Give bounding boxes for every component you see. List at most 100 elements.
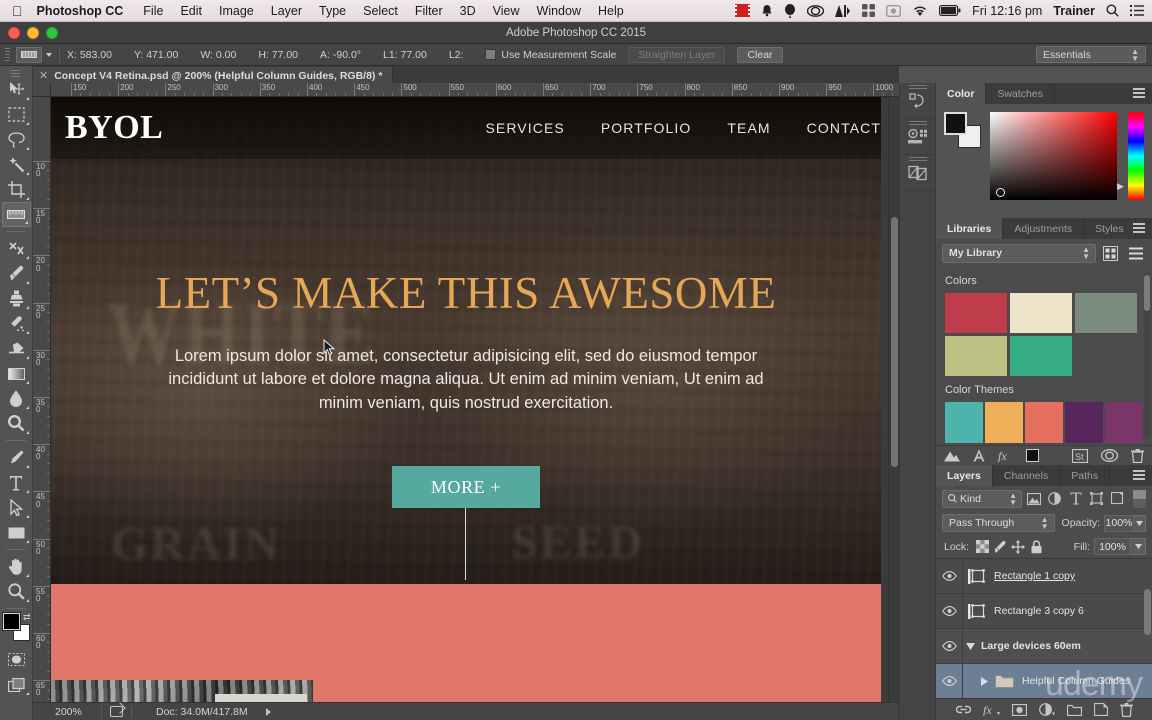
pen-tool[interactable]	[2, 445, 31, 470]
new-layer-icon[interactable]	[1094, 703, 1108, 716]
history-brush-tool[interactable]	[2, 311, 31, 336]
document-viewport[interactable]: WHITE GRAIN SEED CLEAN CLEANING BYOL SER…	[51, 97, 899, 702]
maximize-window-button[interactable]	[46, 27, 58, 39]
tab-swatches[interactable]: Swatches	[986, 83, 1055, 104]
menu-window[interactable]: Window	[537, 4, 581, 18]
menubar-clock[interactable]: Fri 12:16 pm	[972, 4, 1042, 18]
menu-file[interactable]: File	[143, 4, 163, 18]
grid-view-icon[interactable]	[1100, 244, 1121, 263]
hand-tool[interactable]	[2, 554, 31, 579]
tab-channels[interactable]: Channels	[993, 465, 1061, 486]
link-layers-icon[interactable]	[956, 704, 971, 715]
ruler-tool[interactable]	[1, 202, 31, 227]
options-bar-grip[interactable]	[3, 46, 12, 63]
airplay-icon[interactable]	[886, 4, 902, 17]
magic-wand-tool[interactable]	[2, 152, 31, 177]
lock-image-icon[interactable]	[991, 538, 1009, 556]
layer-filter-kind-select[interactable]: Kind ▲ ▼	[942, 489, 1022, 508]
filter-adjustment-icon[interactable]	[1045, 490, 1064, 508]
color-theme-swatch[interactable]	[1105, 402, 1143, 443]
library-color-swatch[interactable]	[1010, 293, 1072, 333]
straighten-layer-button[interactable]: Straighten Layer	[628, 46, 726, 63]
color-theme-swatch[interactable]	[1025, 402, 1063, 443]
gradient-tool[interactable]	[2, 361, 31, 386]
library-color-swatch[interactable]	[945, 336, 1007, 376]
use-measurement-scale-checkbox[interactable]	[485, 49, 497, 60]
library-color-swatch[interactable]	[1075, 293, 1137, 333]
lock-transparency-icon[interactable]	[973, 538, 991, 556]
group-collapse-arrow-icon[interactable]	[963, 642, 977, 650]
zoom-tool[interactable]	[2, 579, 31, 604]
libraries-scrollbar[interactable]	[1144, 273, 1150, 439]
canvas-vertical-scrollbar[interactable]	[888, 97, 899, 702]
nav-link-contact[interactable]: CONTACT	[807, 120, 881, 136]
lock-position-icon[interactable]	[1009, 538, 1027, 556]
layer-row[interactable]: Large devices 60em	[936, 628, 1152, 664]
screen-recording-icon[interactable]	[735, 4, 751, 17]
quick-mask-toggle[interactable]	[2, 647, 31, 672]
scrollbar-thumb[interactable]	[1144, 275, 1150, 311]
color-theme-row[interactable]	[945, 402, 1143, 443]
dodge-tool[interactable]	[2, 411, 31, 436]
marquee-tool[interactable]	[2, 102, 31, 127]
battery-icon[interactable]	[939, 5, 961, 16]
workspace-select[interactable]: Essentials ▲ ▼	[1036, 46, 1146, 63]
lasso-tool[interactable]	[2, 127, 31, 152]
search-icon[interactable]	[1106, 4, 1119, 17]
crop-tool[interactable]	[2, 177, 31, 202]
library-color-swatch[interactable]	[1010, 336, 1072, 376]
tools-panel-grip[interactable]	[0, 68, 32, 77]
nav-link-portfolio[interactable]: PORTFOLIO	[601, 120, 692, 136]
opacity-chevron-down-icon[interactable]	[1133, 514, 1146, 532]
scrollbar-thumb[interactable]	[891, 217, 898, 467]
add-graphic-icon[interactable]	[944, 449, 960, 462]
properties-panel-icon[interactable]	[900, 119, 936, 155]
menu-image[interactable]: Image	[219, 4, 254, 18]
audio-icon[interactable]	[835, 4, 851, 17]
delete-icon[interactable]	[1131, 448, 1144, 463]
foreground-color-swatch[interactable]	[2, 613, 20, 630]
filter-shape-icon[interactable]	[1087, 490, 1106, 508]
dropbox-icon[interactable]	[862, 4, 876, 17]
color-picker-handle[interactable]	[996, 188, 1005, 197]
panel-menu-icon[interactable]	[1133, 223, 1147, 234]
layer-visibility-eye-icon[interactable]	[936, 641, 962, 651]
panel-resize-grip[interactable]	[1108, 191, 1115, 198]
layer-mask-icon[interactable]	[1012, 703, 1027, 716]
new-group-icon[interactable]	[1067, 704, 1082, 716]
lock-all-icon[interactable]	[1027, 538, 1045, 556]
foreground-color-swatch[interactable]	[944, 112, 967, 135]
brush-tool[interactable]	[2, 261, 31, 286]
filter-pixel-icon[interactable]	[1024, 490, 1043, 508]
tab-adjustments[interactable]: Adjustments	[1003, 218, 1085, 239]
libraries-content[interactable]: Colors Color Themes	[936, 267, 1152, 445]
menubar-user[interactable]: Trainer	[1053, 4, 1095, 18]
tab-libraries[interactable]: Libraries	[936, 218, 1004, 239]
stock-icon[interactable]: St	[1072, 448, 1088, 463]
document-tab[interactable]: ✕ Concept V4 Retina.psd @ 200% (Helpful …	[33, 67, 394, 84]
wifi-icon[interactable]	[912, 5, 928, 17]
balloon-icon[interactable]	[784, 3, 796, 18]
tab-layers[interactable]: Layers	[936, 465, 993, 486]
layer-row[interactable]: Rectangle 1 copy	[936, 559, 1152, 594]
color-theme-swatch[interactable]	[1065, 402, 1103, 443]
move-tool[interactable]	[2, 77, 31, 102]
color-panel-swatches[interactable]	[944, 112, 982, 148]
filter-type-icon[interactable]	[1066, 490, 1085, 508]
screen-mode-button[interactable]	[2, 672, 31, 697]
list-view-icon[interactable]	[1125, 244, 1146, 263]
fill-value[interactable]: 100%	[1094, 538, 1131, 555]
layer-comps-panel-icon[interactable]	[900, 155, 936, 191]
opacity-value[interactable]: 100%	[1104, 514, 1134, 532]
close-icon[interactable]: ✕	[39, 69, 48, 82]
layer-style-icon[interactable]: fx	[983, 703, 1000, 716]
vertical-ruler[interactable]: 100 150 200 250 300 350 400 450 500 550 600 650	[33, 97, 51, 702]
ruler-corner[interactable]	[33, 83, 51, 97]
menu-type[interactable]: Type	[319, 4, 346, 18]
library-select[interactable]: My Library ▲ ▼	[942, 243, 1096, 263]
eraser-tool[interactable]	[2, 336, 31, 361]
path-selection-tool[interactable]	[2, 495, 31, 520]
minimize-window-button[interactable]	[27, 27, 39, 39]
zoom-level[interactable]: 200%	[33, 706, 93, 718]
notification-center-icon[interactable]	[1130, 5, 1144, 16]
